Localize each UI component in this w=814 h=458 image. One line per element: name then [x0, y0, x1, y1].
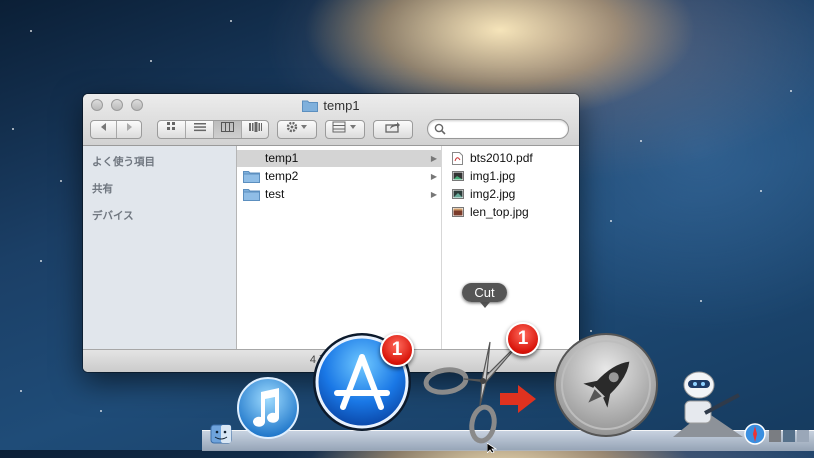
badge-count: 1	[517, 328, 529, 349]
badge-count: 1	[391, 339, 403, 360]
folder-row-temp1[interactable]: temp1 ▶	[237, 150, 441, 167]
folder-label: test	[265, 187, 285, 201]
forward-arrow-icon	[127, 123, 132, 131]
sidebar-section-devices[interactable]: デバイス	[92, 208, 134, 223]
coverflow-view-icon	[248, 122, 262, 132]
search-icon	[434, 123, 446, 135]
folder-row-test[interactable]: test ▶	[237, 186, 441, 203]
file-label: len_top.jpg	[470, 205, 529, 219]
folder-label: temp1	[265, 151, 299, 165]
gear-icon	[286, 121, 307, 133]
view-mode-control	[157, 120, 269, 139]
cut-tooltip: Cut	[462, 283, 507, 308]
icon-view-icon	[167, 122, 175, 130]
back-arrow-icon	[100, 123, 106, 131]
mouse-cursor-icon	[486, 440, 498, 458]
app-store-badge: 1	[380, 333, 414, 367]
title-bar: temp1	[83, 94, 579, 146]
file-row-len-top[interactable]: len_top.jpg	[442, 204, 579, 221]
arrange-icon	[332, 121, 356, 133]
sidebar-section-shared[interactable]: 共有	[92, 181, 113, 196]
folder-column: temp1 ▶ temp2 ▶ test ▶	[237, 146, 442, 350]
window-title-text: temp1	[323, 98, 360, 113]
safari-icon[interactable]	[744, 423, 766, 450]
column-view-button[interactable]	[213, 121, 241, 138]
search-input[interactable]	[448, 122, 564, 136]
folder-icon	[243, 188, 260, 206]
cut-badge: 1	[506, 322, 540, 356]
action-menu-button[interactable]	[277, 120, 317, 139]
sidebar-section-favorites[interactable]: よく使う項目	[92, 154, 155, 169]
image-file-icon	[452, 188, 464, 205]
folder-icon	[302, 99, 319, 115]
forward-button[interactable]	[116, 121, 141, 138]
itunes-icon[interactable]	[236, 376, 300, 445]
automator-icon[interactable]	[665, 367, 745, 442]
column-view-icon	[221, 122, 234, 132]
icon-view-button[interactable]	[158, 121, 185, 138]
back-forward-control	[90, 120, 142, 139]
sidebar: よく使う項目 共有 デバイス	[83, 146, 237, 350]
photo-stack-icon[interactable]	[768, 428, 812, 449]
arrow-right-icon	[500, 385, 536, 418]
file-row-bts2010[interactable]: bts2010.pdf	[442, 150, 579, 167]
tooltip-label: Cut	[474, 285, 495, 300]
arrange-menu-button[interactable]	[325, 120, 365, 139]
window-title: temp1	[83, 98, 579, 115]
share-icon	[385, 122, 400, 133]
image-file-icon	[452, 206, 464, 223]
image-file-icon	[452, 170, 464, 187]
back-button[interactable]	[91, 121, 116, 138]
file-label: img2.jpg	[470, 187, 516, 201]
folder-row-temp2[interactable]: temp2 ▶	[237, 168, 441, 185]
file-row-img2[interactable]: img2.jpg	[442, 186, 579, 203]
disclosure-arrow-icon: ▶	[430, 190, 437, 199]
file-row-img1[interactable]: img1.jpg	[442, 168, 579, 185]
search-field[interactable]	[427, 119, 569, 139]
file-label: bts2010.pdf	[470, 151, 533, 165]
file-label: img1.jpg	[470, 169, 516, 183]
disclosure-arrow-icon: ▶	[430, 172, 437, 181]
list-view-button[interactable]	[185, 121, 213, 138]
file-column: bts2010.pdf img1.jpg img2.jpg len_top.jp…	[442, 146, 579, 350]
disclosure-arrow-icon: ▶	[430, 154, 437, 163]
finder-icon[interactable]	[210, 424, 232, 449]
folder-label: temp2	[265, 169, 299, 183]
list-view-icon	[193, 123, 206, 132]
coverflow-view-button[interactable]	[241, 121, 268, 138]
share-button[interactable]	[373, 120, 413, 139]
launchpad-icon[interactable]	[553, 332, 659, 443]
